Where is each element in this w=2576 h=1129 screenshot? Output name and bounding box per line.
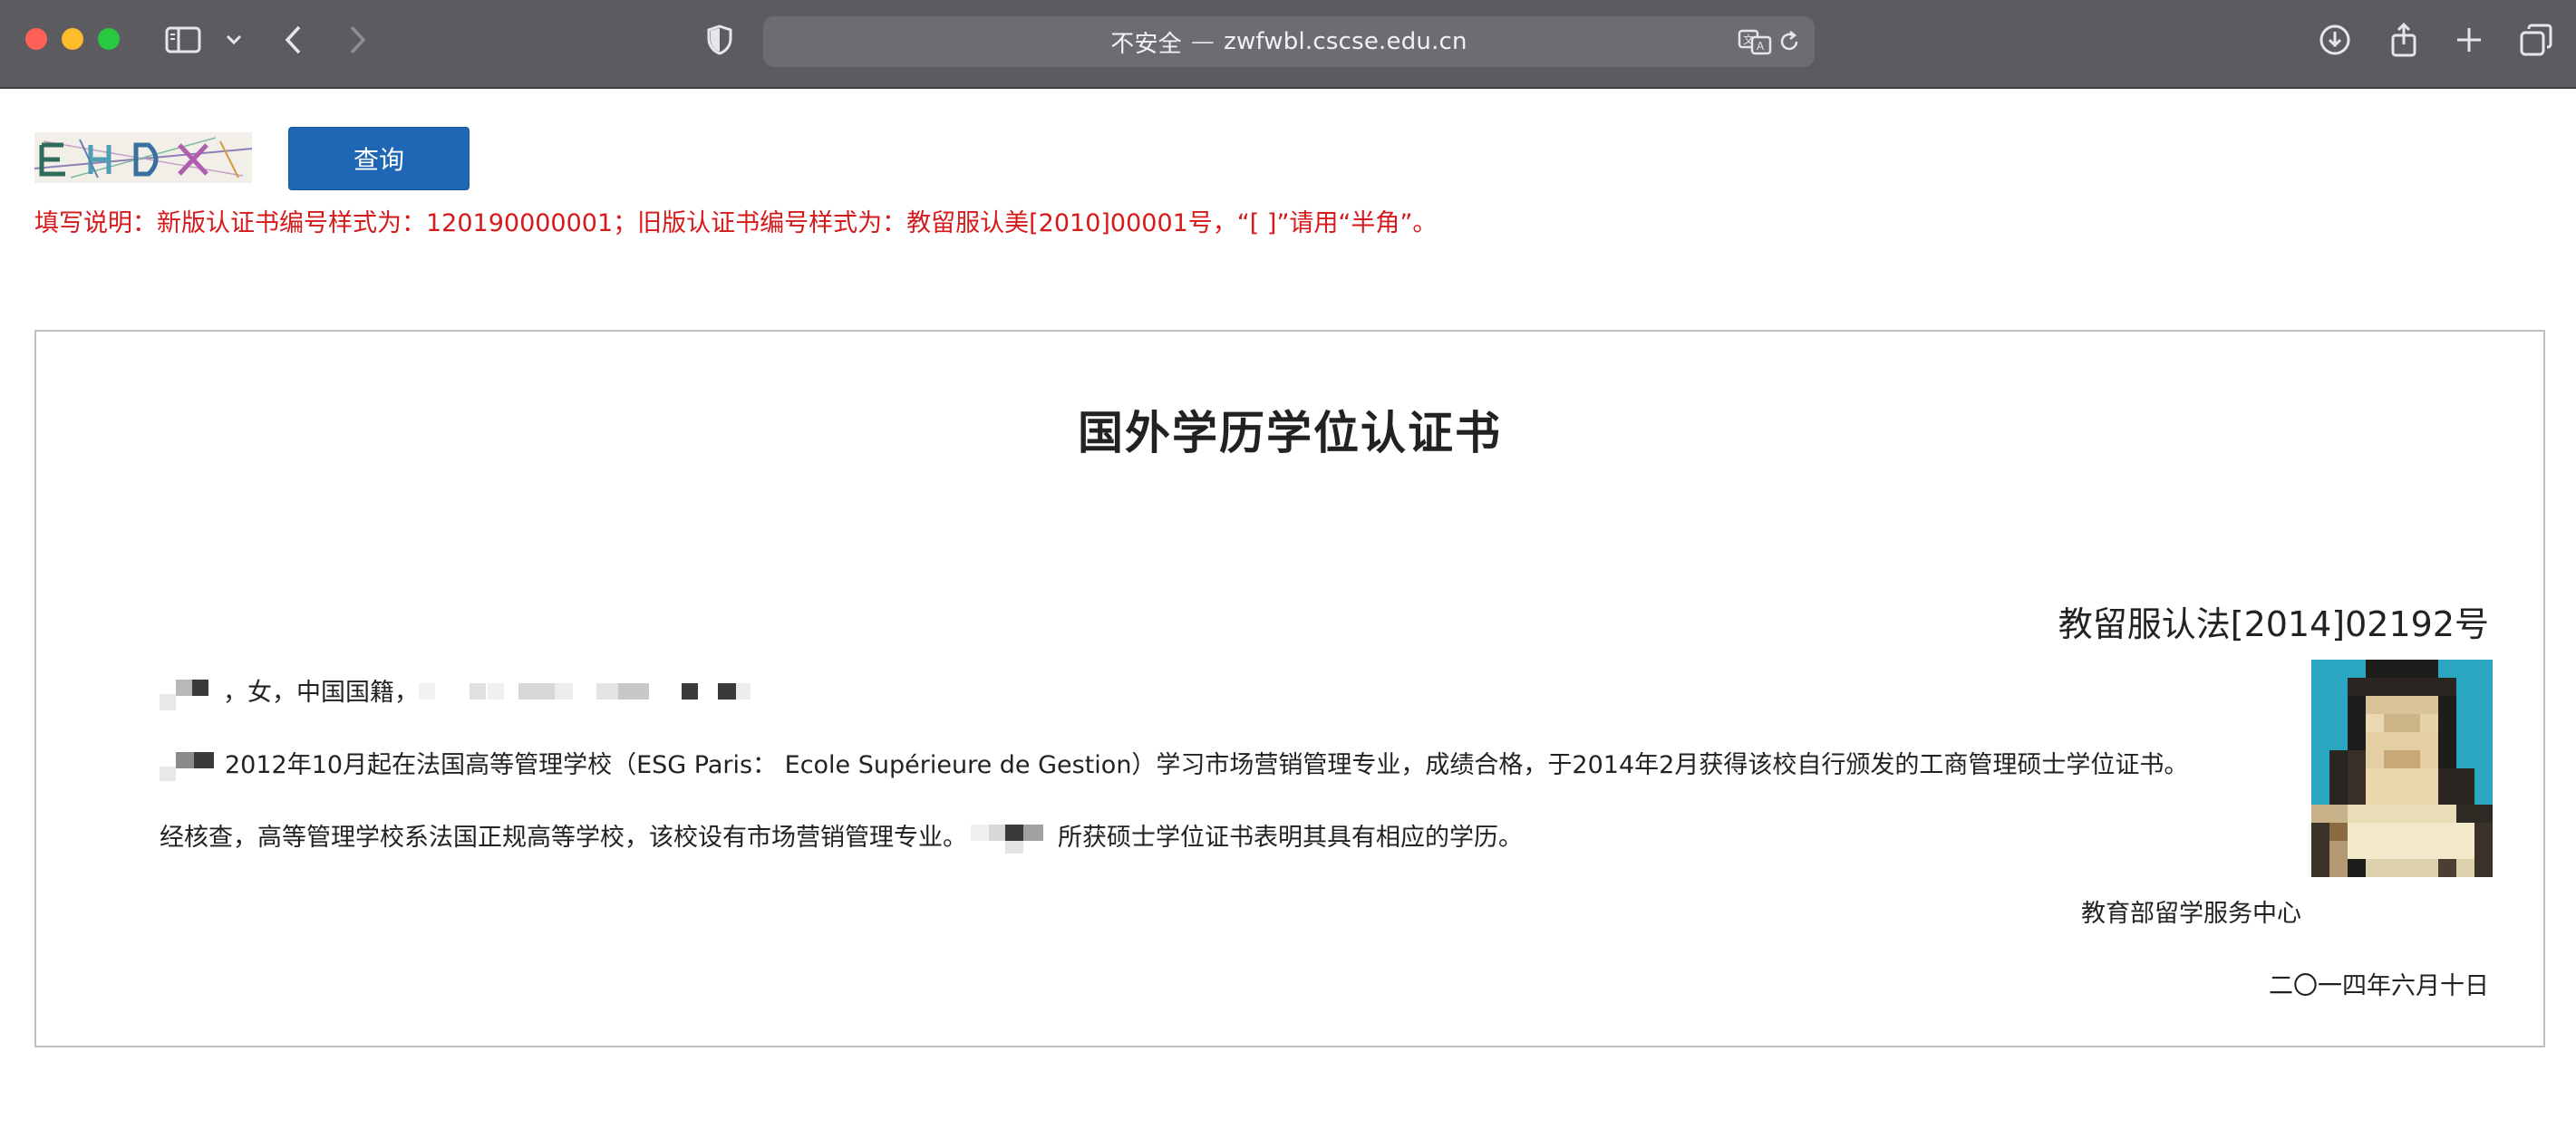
certificate-line-3-suffix: 所获硕士学位证书表明其具有相应的学历。 [1058,824,1523,852]
certificate-title: 国外学历学位认证书 [1078,407,1502,459]
captcha-image[interactable] [34,132,252,183]
url-security-label: 不安全 [1110,30,1182,58]
address-bar[interactable]: 不安全 — zwfwbl.cscse.edu.cn 文A [763,16,1815,67]
certificate-line-2-text: 2012年10月起在法国高等管理学校（ESG Paris： Ecole Supé… [225,751,2189,779]
reload-icon[interactable] [1771,24,1807,60]
query-button[interactable]: 查询 [288,127,470,190]
certificate-line-1: ，女，中国国籍， [160,672,772,712]
browser-toolbar: 不安全 — zwfwbl.cscse.edu.cn 文A [0,0,2576,89]
url-domain: zwfwbl.cscse.edu.cn [1224,28,1467,55]
certificate-line-3-prefix: 经核查，高等管理学校系法国正规高等学校，该校设有市场营销管理专业。 [160,824,967,852]
url-separator: — [1190,28,1215,55]
url-display[interactable]: 不安全 — zwfwbl.cscse.edu.cn [763,16,1815,67]
applicant-photo [2311,660,2493,877]
tab-overview-icon[interactable] [2518,22,2554,58]
redacted-name [160,750,225,783]
redacted-name [160,676,223,712]
certificate-panel: 国外学历学位认证书 教留服认法[2014]02192号 ，女，中国国籍， 201… [34,330,2545,1047]
redacted-name [967,823,1058,855]
chevron-down-icon[interactable] [216,22,252,58]
certificate-number: 教留服认法[2014]02192号 [2058,604,2489,644]
translate-icon[interactable]: 文A [1737,24,1773,60]
page-content: 查询 填写说明：新版认证书编号样式为：120190000001；旧版认证书编号样… [0,89,2576,1129]
certificate-line-1-text: ，女，中国国籍， [223,679,419,707]
back-icon[interactable] [276,22,312,58]
forward-icon[interactable] [339,22,375,58]
window-minimize-button[interactable] [62,28,83,50]
certificate-date: 二〇一四年六月十日 [2269,972,2489,1000]
window-close-button[interactable] [25,28,47,50]
share-icon[interactable] [2386,22,2422,58]
new-tab-icon[interactable] [2451,22,2487,58]
instructions-text: 填写说明：新版认证书编号样式为：120190000001；旧版认证书编号样式为：… [34,209,1438,237]
redacted-id [419,676,772,712]
privacy-shield-icon[interactable] [702,22,738,58]
issuer-name: 教育部留学服务中心 [2081,900,2301,928]
certificate-line-2: 2012年10月起在法国高等管理学校（ESG Paris： Ecole Supé… [160,745,2188,783]
downloads-icon[interactable] [2317,22,2353,58]
sidebar-toggle-icon[interactable] [165,22,201,58]
window-zoom-button[interactable] [98,28,120,50]
certificate-line-3: 经核查，高等管理学校系法国正规高等学校，该校设有市场营销管理专业。 所获硕士学位… [160,817,1523,855]
svg-text:A: A [1757,40,1765,53]
